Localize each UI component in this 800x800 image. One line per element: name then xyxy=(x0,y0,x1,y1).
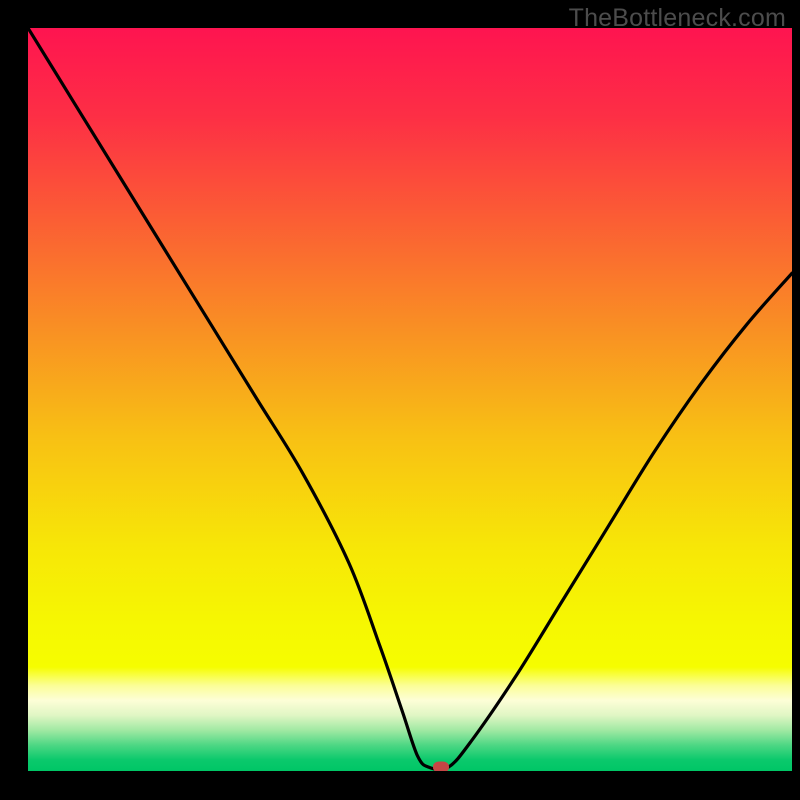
watermark-text: TheBottleneck.com xyxy=(569,4,786,33)
optimal-point-marker xyxy=(433,762,449,771)
bottleneck-curve xyxy=(28,28,792,771)
plot-area xyxy=(28,28,792,771)
chart-frame: TheBottleneck.com xyxy=(0,0,800,800)
